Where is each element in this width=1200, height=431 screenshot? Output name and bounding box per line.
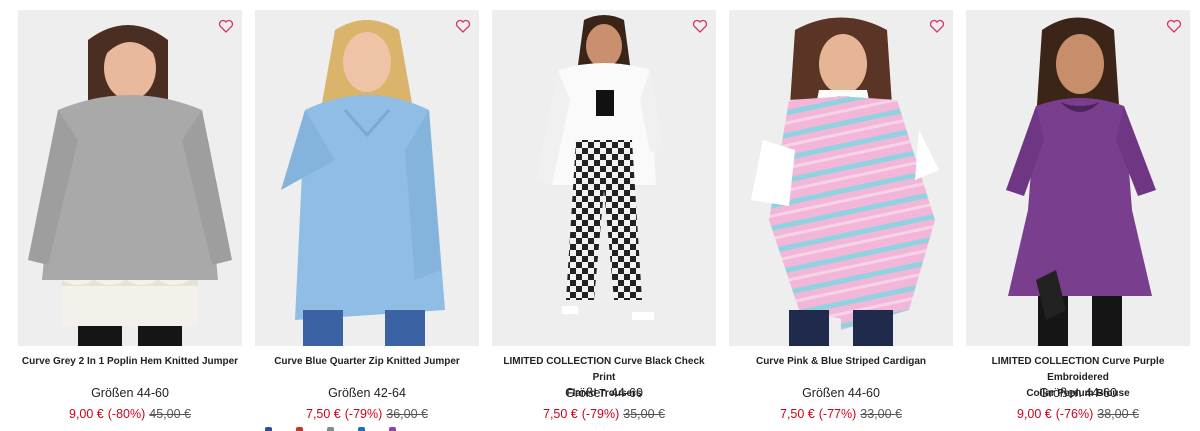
- sale-price: 7,50 €: [306, 407, 341, 421]
- product-price: 9,00 € (-80%) 45,00 €: [18, 407, 242, 421]
- product-title[interactable]: Curve Grey 2 In 1 Poplin Hem Knitted Jum…: [18, 354, 242, 370]
- product-image[interactable]: [18, 10, 242, 346]
- product-photo-blue-jumper: [255, 10, 479, 346]
- product-price: 7,50 € (-79%) 36,00 €: [255, 407, 479, 421]
- product-title-line[interactable]: Curve Blue Quarter Zip Knitted Jumper: [255, 354, 479, 370]
- heart-outline-icon[interactable]: [1166, 18, 1182, 34]
- colour-swatch[interactable]: [358, 427, 365, 431]
- product-sizes: Größen 44-60: [565, 386, 643, 400]
- product-title-line[interactable]: Curve Grey 2 In 1 Poplin Hem Knitted Jum…: [18, 354, 242, 370]
- product-sizes: Größen 44-60: [1039, 386, 1117, 400]
- product-grid: Curve Grey 2 In 1 Poplin Hem Knitted Jum…: [18, 10, 1190, 431]
- product-image[interactable]: [966, 10, 1190, 346]
- product-card[interactable]: LIMITED COLLECTION Curve Purple Embroide…: [966, 10, 1190, 431]
- discount-percent: (-80%): [107, 407, 146, 421]
- sale-price: 9,00 €: [69, 407, 104, 421]
- discount-percent: (-79%): [581, 407, 620, 421]
- product-photo-grey-jumper: [18, 10, 242, 346]
- product-title-line[interactable]: LIMITED COLLECTION Curve Purple Embroide…: [966, 354, 1190, 386]
- product-photo-check-trousers: [492, 10, 716, 346]
- product-image[interactable]: [729, 10, 953, 346]
- product-title[interactable]: Curve Pink & Blue Striped Cardigan: [729, 354, 953, 370]
- original-price: 33,00 €: [860, 407, 902, 421]
- colour-swatch[interactable]: [296, 427, 303, 431]
- product-photo-purple-blouse: [966, 10, 1190, 346]
- colour-swatch[interactable]: [327, 427, 334, 431]
- sale-price: 7,50 €: [780, 407, 815, 421]
- product-sizes: Größen 44-60: [802, 386, 880, 400]
- product-card[interactable]: LIMITED COLLECTION Curve Black Check Pri…: [492, 10, 716, 431]
- original-price: 38,00 €: [1097, 407, 1139, 421]
- product-card[interactable]: Curve Grey 2 In 1 Poplin Hem Knitted Jum…: [18, 10, 242, 431]
- sale-price: 9,00 €: [1017, 407, 1052, 421]
- product-price: 7,50 € (-79%) 35,00 €: [492, 407, 716, 421]
- heart-outline-icon[interactable]: [692, 18, 708, 34]
- product-price: 9,00 € (-76%) 38,00 €: [966, 407, 1190, 421]
- discount-percent: (-76%): [1055, 407, 1094, 421]
- product-card[interactable]: Curve Blue Quarter Zip Knitted Jumper Gr…: [255, 10, 479, 431]
- colour-swatch[interactable]: [389, 427, 396, 431]
- product-sizes: Größen 44-60: [91, 386, 169, 400]
- original-price: 36,00 €: [386, 407, 428, 421]
- product-title-line[interactable]: LIMITED COLLECTION Curve Black Check Pri…: [492, 354, 716, 386]
- product-card[interactable]: Curve Pink & Blue Striped Cardigan Größe…: [729, 10, 953, 431]
- product-image[interactable]: [255, 10, 479, 346]
- heart-outline-icon[interactable]: [929, 18, 945, 34]
- product-title[interactable]: Curve Blue Quarter Zip Knitted Jumper: [255, 354, 479, 370]
- product-image[interactable]: [492, 10, 716, 346]
- discount-percent: (-77%): [818, 407, 857, 421]
- colour-swatches: [265, 427, 405, 431]
- discount-percent: (-79%): [344, 407, 383, 421]
- original-price: 45,00 €: [149, 407, 191, 421]
- heart-outline-icon[interactable]: [455, 18, 471, 34]
- heart-outline-icon[interactable]: [218, 18, 234, 34]
- original-price: 35,00 €: [623, 407, 665, 421]
- sale-price: 7,50 €: [543, 407, 578, 421]
- product-photo-striped-cardigan: [729, 10, 953, 346]
- product-title-line[interactable]: Curve Pink & Blue Striped Cardigan: [729, 354, 953, 370]
- colour-swatch[interactable]: [265, 427, 272, 431]
- product-price: 7,50 € (-77%) 33,00 €: [729, 407, 953, 421]
- product-sizes: Größen 42-64: [328, 386, 406, 400]
